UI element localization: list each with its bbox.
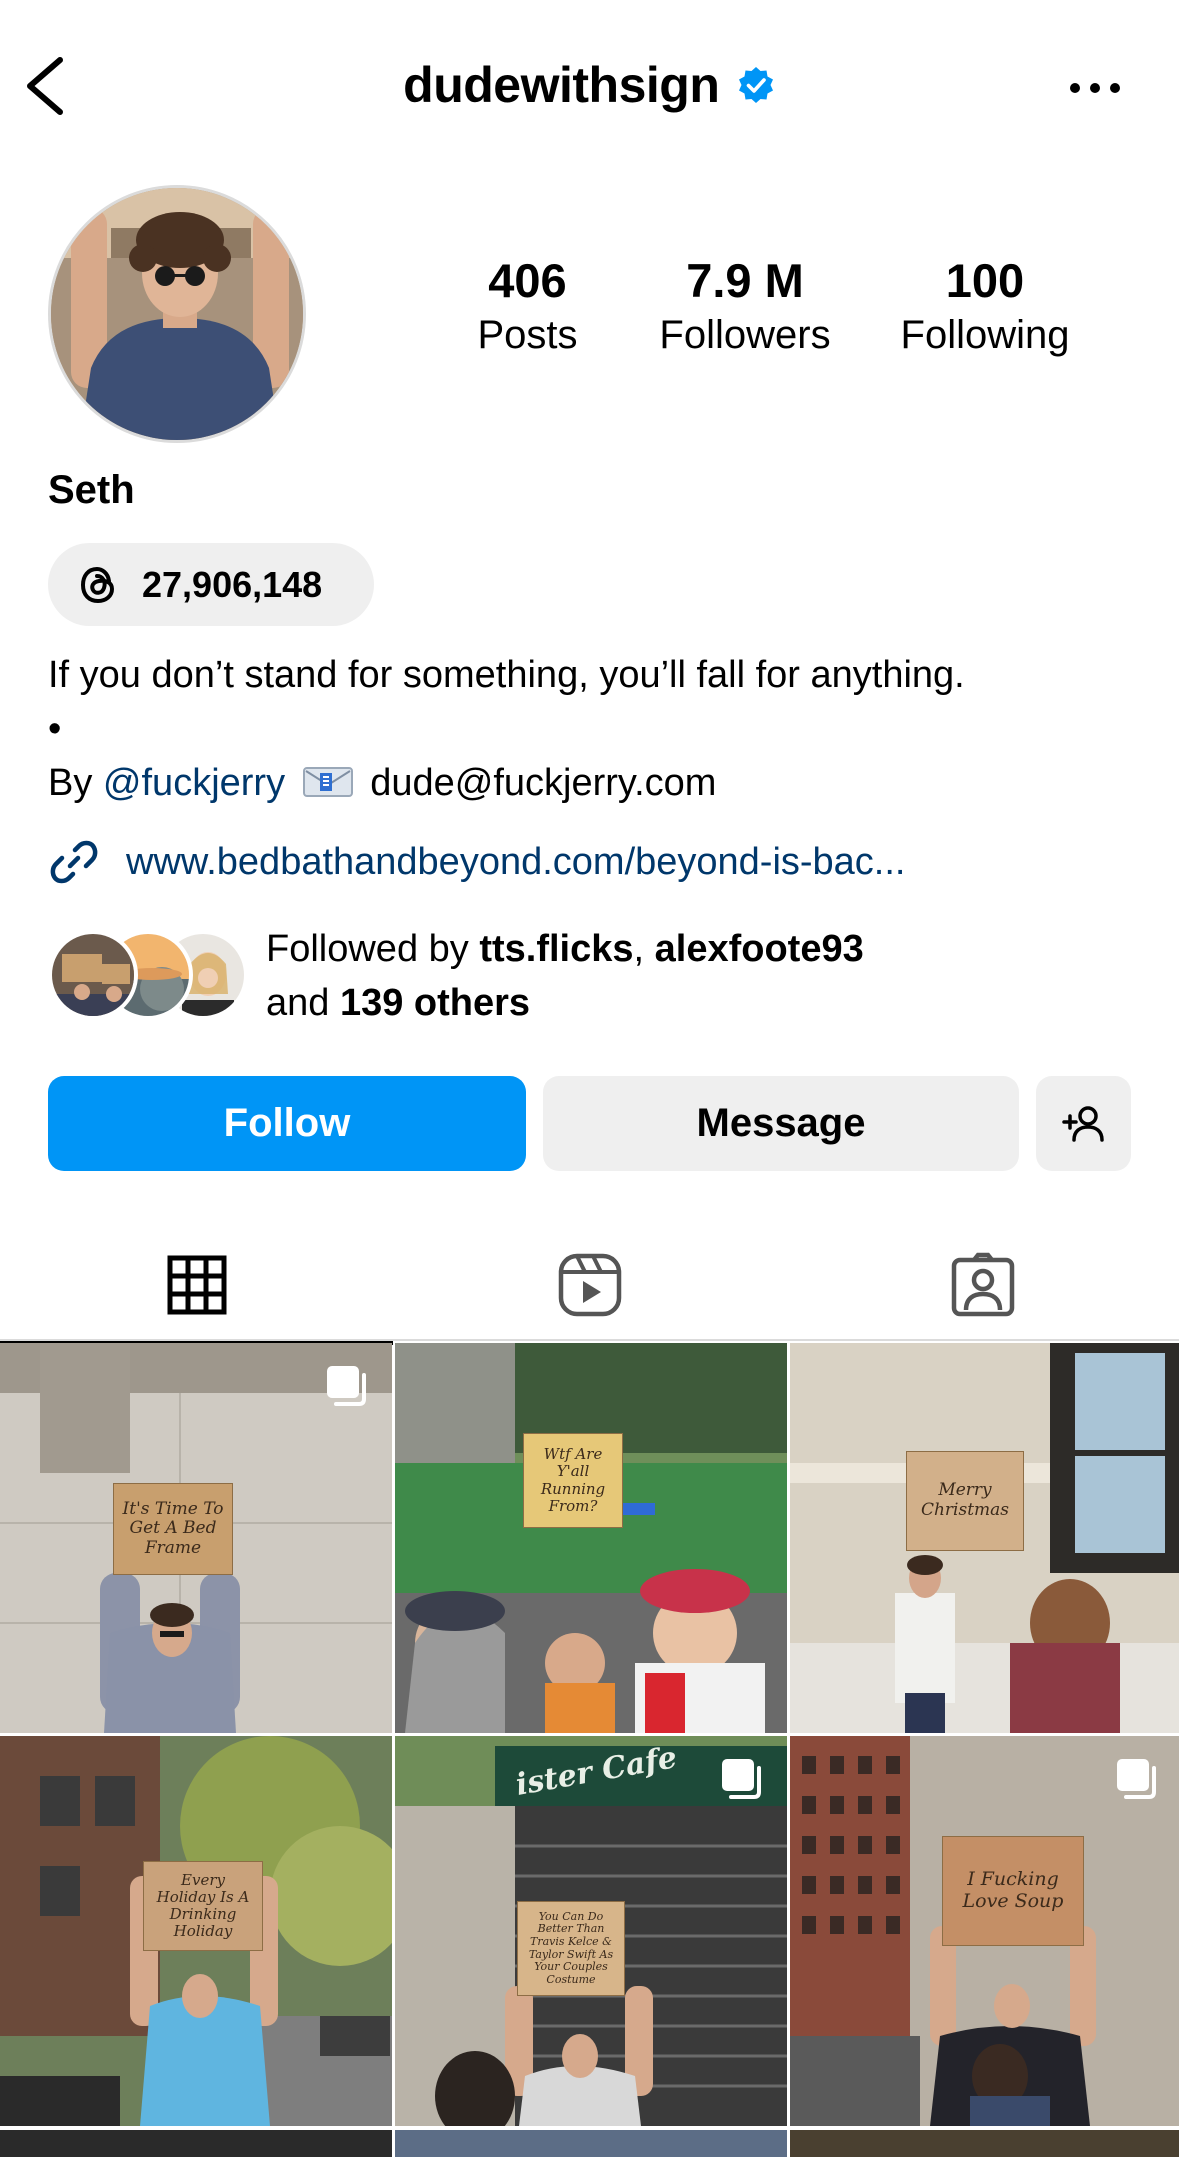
followed-by-others[interactable]: 139 others — [340, 982, 530, 1024]
stat-posts-label: Posts — [477, 312, 578, 357]
threads-badge[interactable]: 27,906,148 — [48, 543, 374, 626]
posts-grid: It's Time To Get A Bed Frame Wtf Are Y'a… — [0, 1343, 1179, 2126]
verified-badge-icon — [738, 67, 773, 103]
avatar-image — [51, 188, 303, 440]
stat-posts[interactable]: 406 Posts — [430, 255, 625, 359]
reels-icon — [558, 1253, 621, 1317]
followed-by[interactable]: Followed by tts.flicks, alexfoote93 and … — [48, 922, 864, 1030]
carousel-icon — [1117, 1759, 1156, 1799]
profile-tabs — [0, 1230, 1179, 1345]
post-thumbnail[interactable]: Every Holiday Is A Drinking Holiday — [0, 1736, 392, 2126]
profile-stats: 406 Posts 7.9 M Followers 100 Following — [430, 255, 1130, 359]
bio-email[interactable]: dude@fuckjerry.com — [370, 762, 716, 804]
stat-followers-value: 7.9 M — [686, 254, 804, 307]
stat-posts-value: 406 — [488, 254, 567, 307]
followed-by-prefix: Followed by — [266, 928, 469, 970]
followed-by-user-1[interactable]: tts.flicks — [479, 928, 633, 970]
envelope-icon — [302, 767, 353, 797]
message-button[interactable]: Message — [543, 1076, 1019, 1171]
tabs-divider — [0, 1339, 1179, 1341]
bio-handle-link[interactable]: @fuckjerry — [103, 762, 285, 804]
bio-line-2: • — [48, 708, 62, 750]
threads-icon — [80, 566, 115, 603]
mutual-avatar-1 — [48, 930, 138, 1020]
post-thumbnail[interactable]: ister Cafe You Can Do Better Than Travis… — [395, 1736, 787, 2126]
profile-name: Seth — [48, 468, 135, 512]
title-wrap: dudewithsign — [0, 56, 1179, 114]
link-icon — [50, 840, 98, 884]
external-link-text: www.bedbathandbeyond.com/beyond-is-bac..… — [126, 840, 906, 883]
bio-by: By — [48, 762, 93, 804]
follow-button[interactable]: Follow — [48, 1076, 526, 1171]
threads-count: 27,906,148 — [142, 563, 323, 605]
add-person-icon — [1061, 1105, 1104, 1142]
post-sign: It's Time To Get A Bed Frame — [113, 1483, 233, 1575]
post-image — [395, 1343, 787, 1733]
bio-line-3: By @fuckjerry dude@fuckjerry.com — [48, 756, 1158, 810]
suggested-users-button[interactable] — [1036, 1076, 1131, 1171]
mutual-followers-avatars — [48, 930, 248, 1022]
more-options-button[interactable] — [1065, 68, 1125, 108]
tagged-icon — [951, 1252, 1014, 1317]
post-thumbnail[interactable]: Wtf Are Y'all Running From? — [395, 1343, 787, 1733]
profile-avatar[interactable] — [48, 185, 306, 443]
post-sign: Wtf Are Y'all Running From? — [523, 1433, 623, 1528]
post-thumbnail-partial[interactable] — [395, 2130, 787, 2157]
stat-following[interactable]: 100 Following — [865, 255, 1105, 359]
followed-by-separator: , — [633, 928, 645, 970]
carousel-icon — [722, 1759, 761, 1799]
post-sign: I Fucking Love Soup — [942, 1836, 1084, 1946]
post-sign: Merry Christmas — [906, 1451, 1024, 1551]
stat-followers[interactable]: 7.9 M Followers — [625, 255, 865, 359]
post-sign: Every Holiday Is A Drinking Holiday — [143, 1861, 263, 1951]
more-horizontal-icon — [1070, 83, 1120, 93]
bio-line-1: If you don’t stand for something, you’ll… — [48, 654, 965, 696]
post-thumbnail[interactable]: I Fucking Love Soup — [790, 1736, 1179, 2126]
post-sign: You Can Do Better Than Travis Kelce & Ta… — [517, 1901, 625, 1996]
carousel-icon — [327, 1366, 366, 1406]
stat-following-value: 100 — [945, 254, 1025, 307]
post-thumbnail[interactable]: It's Time To Get A Bed Frame — [0, 1343, 392, 1733]
top-bar: dudewithsign — [0, 0, 1179, 170]
followed-by-and: and — [266, 982, 330, 1024]
profile-username: dudewithsign — [403, 57, 720, 113]
grid-icon — [167, 1255, 226, 1315]
post-thumbnail-partial[interactable] — [790, 2130, 1179, 2157]
stat-following-label: Following — [900, 312, 1070, 357]
followed-by-text: Followed by tts.flicks, alexfoote93 and … — [266, 922, 864, 1030]
profile-bio: If you don’t stand for something, you’ll… — [48, 648, 1158, 810]
post-thumbnail-partial[interactable] — [0, 2130, 392, 2157]
posts-grid-next-row — [0, 2130, 1179, 2157]
external-link[interactable]: www.bedbathandbeyond.com/beyond-is-bac..… — [48, 836, 905, 888]
tab-posts-grid[interactable] — [0, 1230, 393, 1345]
followed-by-user-2[interactable]: alexfoote93 — [655, 928, 864, 970]
tab-reels[interactable] — [393, 1230, 786, 1340]
stat-followers-label: Followers — [659, 312, 831, 357]
tab-tagged[interactable] — [786, 1230, 1179, 1340]
post-thumbnail[interactable]: Merry Christmas — [790, 1343, 1179, 1733]
